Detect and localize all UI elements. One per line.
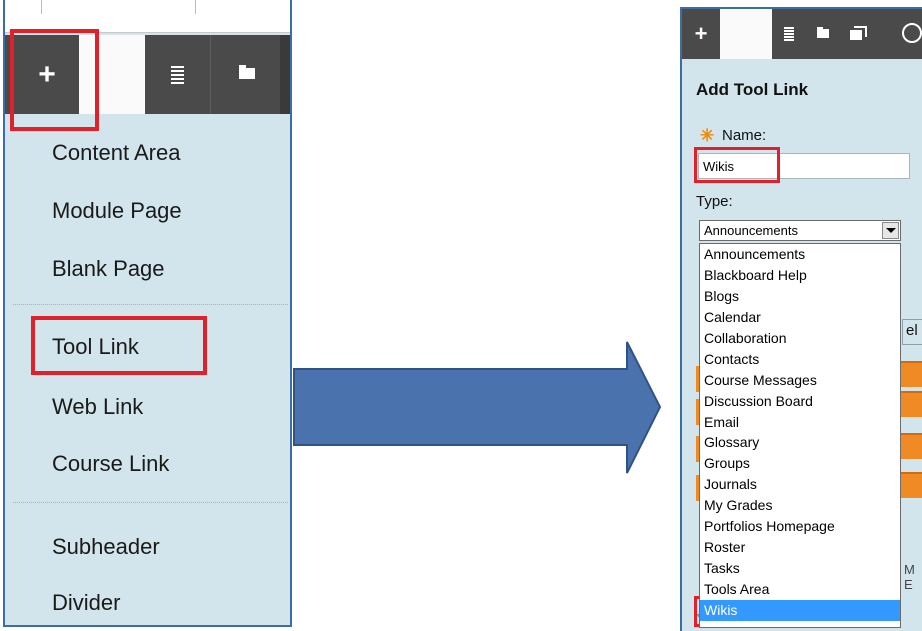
partial-label: M E: [904, 562, 915, 592]
menu-item-course-link[interactable]: Course Link: [52, 451, 169, 477]
add-menu-item-button[interactable]: +: [682, 9, 720, 59]
type-option[interactable]: Course Messages: [700, 370, 900, 391]
toolbar-blank-button[interactable]: [720, 9, 772, 59]
menu-item-module-page[interactable]: Module Page: [52, 198, 182, 224]
type-option[interactable]: Wikis: [700, 599, 900, 621]
name-label: Name:: [722, 127, 767, 144]
folder-icon[interactable]: [210, 35, 281, 114]
type-option[interactable]: Groups: [700, 453, 900, 474]
menu-item-subheader[interactable]: Subheader: [52, 534, 160, 560]
menu-item-divider[interactable]: Divider: [52, 590, 120, 616]
type-option[interactable]: Blogs: [700, 286, 900, 307]
right-arrow-icon: [293, 341, 662, 474]
cancel-button-label: el: [906, 322, 918, 339]
type-option[interactable]: Tasks: [700, 558, 900, 579]
window-icon[interactable]: [840, 9, 876, 59]
list-icon[interactable]: [145, 35, 210, 114]
orange-button[interactable]: [901, 433, 922, 459]
dropdown-arrow-icon[interactable]: [882, 222, 899, 239]
type-option[interactable]: My Grades: [700, 495, 900, 516]
type-option[interactable]: Calendar: [700, 307, 900, 328]
type-select[interactable]: Announcements: [699, 220, 901, 241]
menu-item-blank-page[interactable]: Blank Page: [52, 256, 165, 282]
folder-icon[interactable]: [806, 9, 840, 59]
type-option[interactable]: Portfolios Homepage: [700, 516, 900, 537]
arrow-shape: [293, 341, 662, 474]
plus-icon: +: [694, 21, 708, 46]
highlight-add-button: [10, 29, 99, 131]
type-option[interactable]: Roster: [700, 537, 900, 558]
type-option[interactable]: Email: [700, 412, 900, 433]
type-option[interactable]: Announcements: [700, 244, 900, 265]
type-option[interactable]: Blackboard Help: [700, 265, 900, 286]
orange-button[interactable]: [901, 472, 922, 498]
type-options-list[interactable]: Announcements Blackboard Help Blogs Calenda…: [699, 243, 901, 628]
type-option[interactable]: Contacts: [700, 349, 900, 370]
type-option[interactable]: Journals: [700, 474, 900, 495]
menu-toolbar: +: [682, 9, 922, 59]
type-select-value: Announcements: [704, 223, 798, 238]
highlight-name-input: [694, 147, 780, 183]
type-option[interactable]: Discussion Board: [700, 391, 900, 412]
orange-button[interactable]: [901, 391, 922, 417]
type-option[interactable]: Glossary: [700, 432, 900, 453]
orange-button[interactable]: [901, 361, 922, 387]
list-icon[interactable]: [772, 9, 806, 59]
type-option[interactable]: Tools Area: [700, 579, 900, 600]
form-title: Add Tool Link: [696, 80, 809, 99]
add-tool-link-panel: + Add Tool Link ✳ Name: Type: Announceme…: [680, 7, 922, 631]
circle-icon[interactable]: [902, 23, 922, 43]
menu-item-web-link[interactable]: Web Link: [52, 394, 143, 420]
menu-divider: [13, 502, 288, 503]
highlight-tool-link: [31, 316, 207, 375]
type-label: Type:: [696, 193, 733, 210]
menu-item-content-area[interactable]: Content Area: [52, 140, 180, 166]
type-option[interactable]: Collaboration: [700, 328, 900, 349]
menu-divider: [13, 304, 288, 305]
required-icon: ✳: [700, 126, 715, 145]
